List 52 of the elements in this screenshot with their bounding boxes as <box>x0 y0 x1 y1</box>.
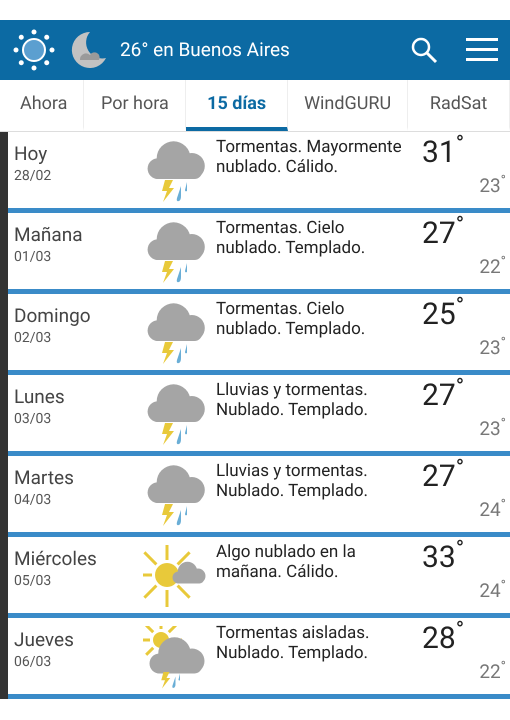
sun-icon <box>12 28 56 72</box>
day-date: 05/03 <box>14 572 52 591</box>
day-date: 28/02 <box>14 167 52 186</box>
high-temperature: 27$^{°}$ <box>421 213 466 251</box>
low-temperature: 22$^{°}$ <box>479 658 506 685</box>
day-date: 02/03 <box>14 329 52 348</box>
high-temperature: 33$^{°}$ <box>421 537 466 575</box>
search-icon <box>410 36 438 64</box>
day-date: 01/03 <box>14 248 52 267</box>
day-name: Jueves <box>14 628 75 652</box>
menu-button[interactable] <box>466 37 498 63</box>
header-title: 26° en Buenos Aires <box>120 36 291 63</box>
tab[interactable]: WindGURU <box>288 80 408 131</box>
day-name: Hoy <box>14 142 48 166</box>
forecast-row[interactable]: Miércoles 05/03 Algo nublado en la mañana. Cálido. 33$^{°}$ 24$^{°}$ <box>8 537 510 618</box>
day-name: Lunes <box>14 385 66 409</box>
forecast-description: Algo nublado en la mañana. Cálido. <box>216 542 357 582</box>
day-name: Mañana <box>14 223 84 247</box>
high-temperature: 27$^{°}$ <box>421 375 466 413</box>
forecast-description: Lluvias y tormentas. Nublado. Templado. <box>216 461 370 501</box>
high-temperature: 27$^{°}$ <box>421 456 466 494</box>
forecast-row[interactable]: Jueves 06/03 Tormentas aisladas. Nublado. Templado. 28$^{°}$ 22$^{°}$ <box>8 618 510 699</box>
forecast-description: Tormentas. Cielo nublado. Templado. <box>216 299 366 339</box>
day-name: Miércoles <box>14 547 98 571</box>
day-name: Domingo <box>14 304 92 328</box>
low-temperature: 23$^{°}$ <box>479 172 506 199</box>
tab[interactable]: Ahora <box>0 80 84 131</box>
day-date: 06/03 <box>14 653 52 672</box>
low-temperature: 23$^{°}$ <box>479 334 506 361</box>
forecast-description: Tormentas aisladas. Nublado. Templado. <box>216 623 371 663</box>
low-temperature: 23$^{°}$ <box>479 415 506 442</box>
forecast-description: Tormentas. Mayormente nublado. Cálido. <box>216 137 403 177</box>
forecast-description: Lluvias y tormentas. Nublado. Templado. <box>216 380 370 420</box>
forecast-row[interactable]: Hoy 28/02 Tormentas. Mayormente nublado. Cálido. 31$^{°}$ 23$^{°}$ <box>8 132 510 213</box>
high-temperature: 28$^{°}$ <box>421 618 466 656</box>
tab[interactable]: Por hora <box>84 80 186 131</box>
high-temperature: 25$^{°}$ <box>421 294 466 332</box>
day-name: Martes <box>14 466 75 490</box>
day-date: 04/03 <box>14 491 52 510</box>
menu-icon <box>466 37 498 63</box>
forecast-description: Tormentas. Cielo nublado. Templado. <box>216 218 366 258</box>
tab[interactable]: RadSat <box>408 80 510 131</box>
low-temperature: 24$^{°}$ <box>479 496 506 523</box>
forecast-row[interactable]: Lunes 03/03 Lluvias y tormentas. Nublado. Templado. 27$^{°}$ 23$^{°}$ <box>8 375 510 456</box>
high-temperature: 31$^{°}$ <box>421 132 466 170</box>
low-temperature: 24$^{°}$ <box>479 577 506 604</box>
forecast-row[interactable]: Martes 04/03 Lluvias y tormentas. Nublado. Templado. 27$^{°}$ 24$^{°}$ <box>8 456 510 537</box>
low-temperature: 22$^{°}$ <box>479 253 506 280</box>
forecast-row[interactable]: Mañana 01/03 Tormentas. Cielo nublado. Templado. 27$^{°}$ 22$^{°}$ <box>8 213 510 294</box>
day-date: 03/03 <box>14 410 52 429</box>
search-button[interactable] <box>410 36 438 64</box>
forecast-row[interactable]: Domingo 02/03 Tormentas. Cielo nublado. Templado. 25$^{°}$ 23$^{°}$ <box>8 294 510 375</box>
